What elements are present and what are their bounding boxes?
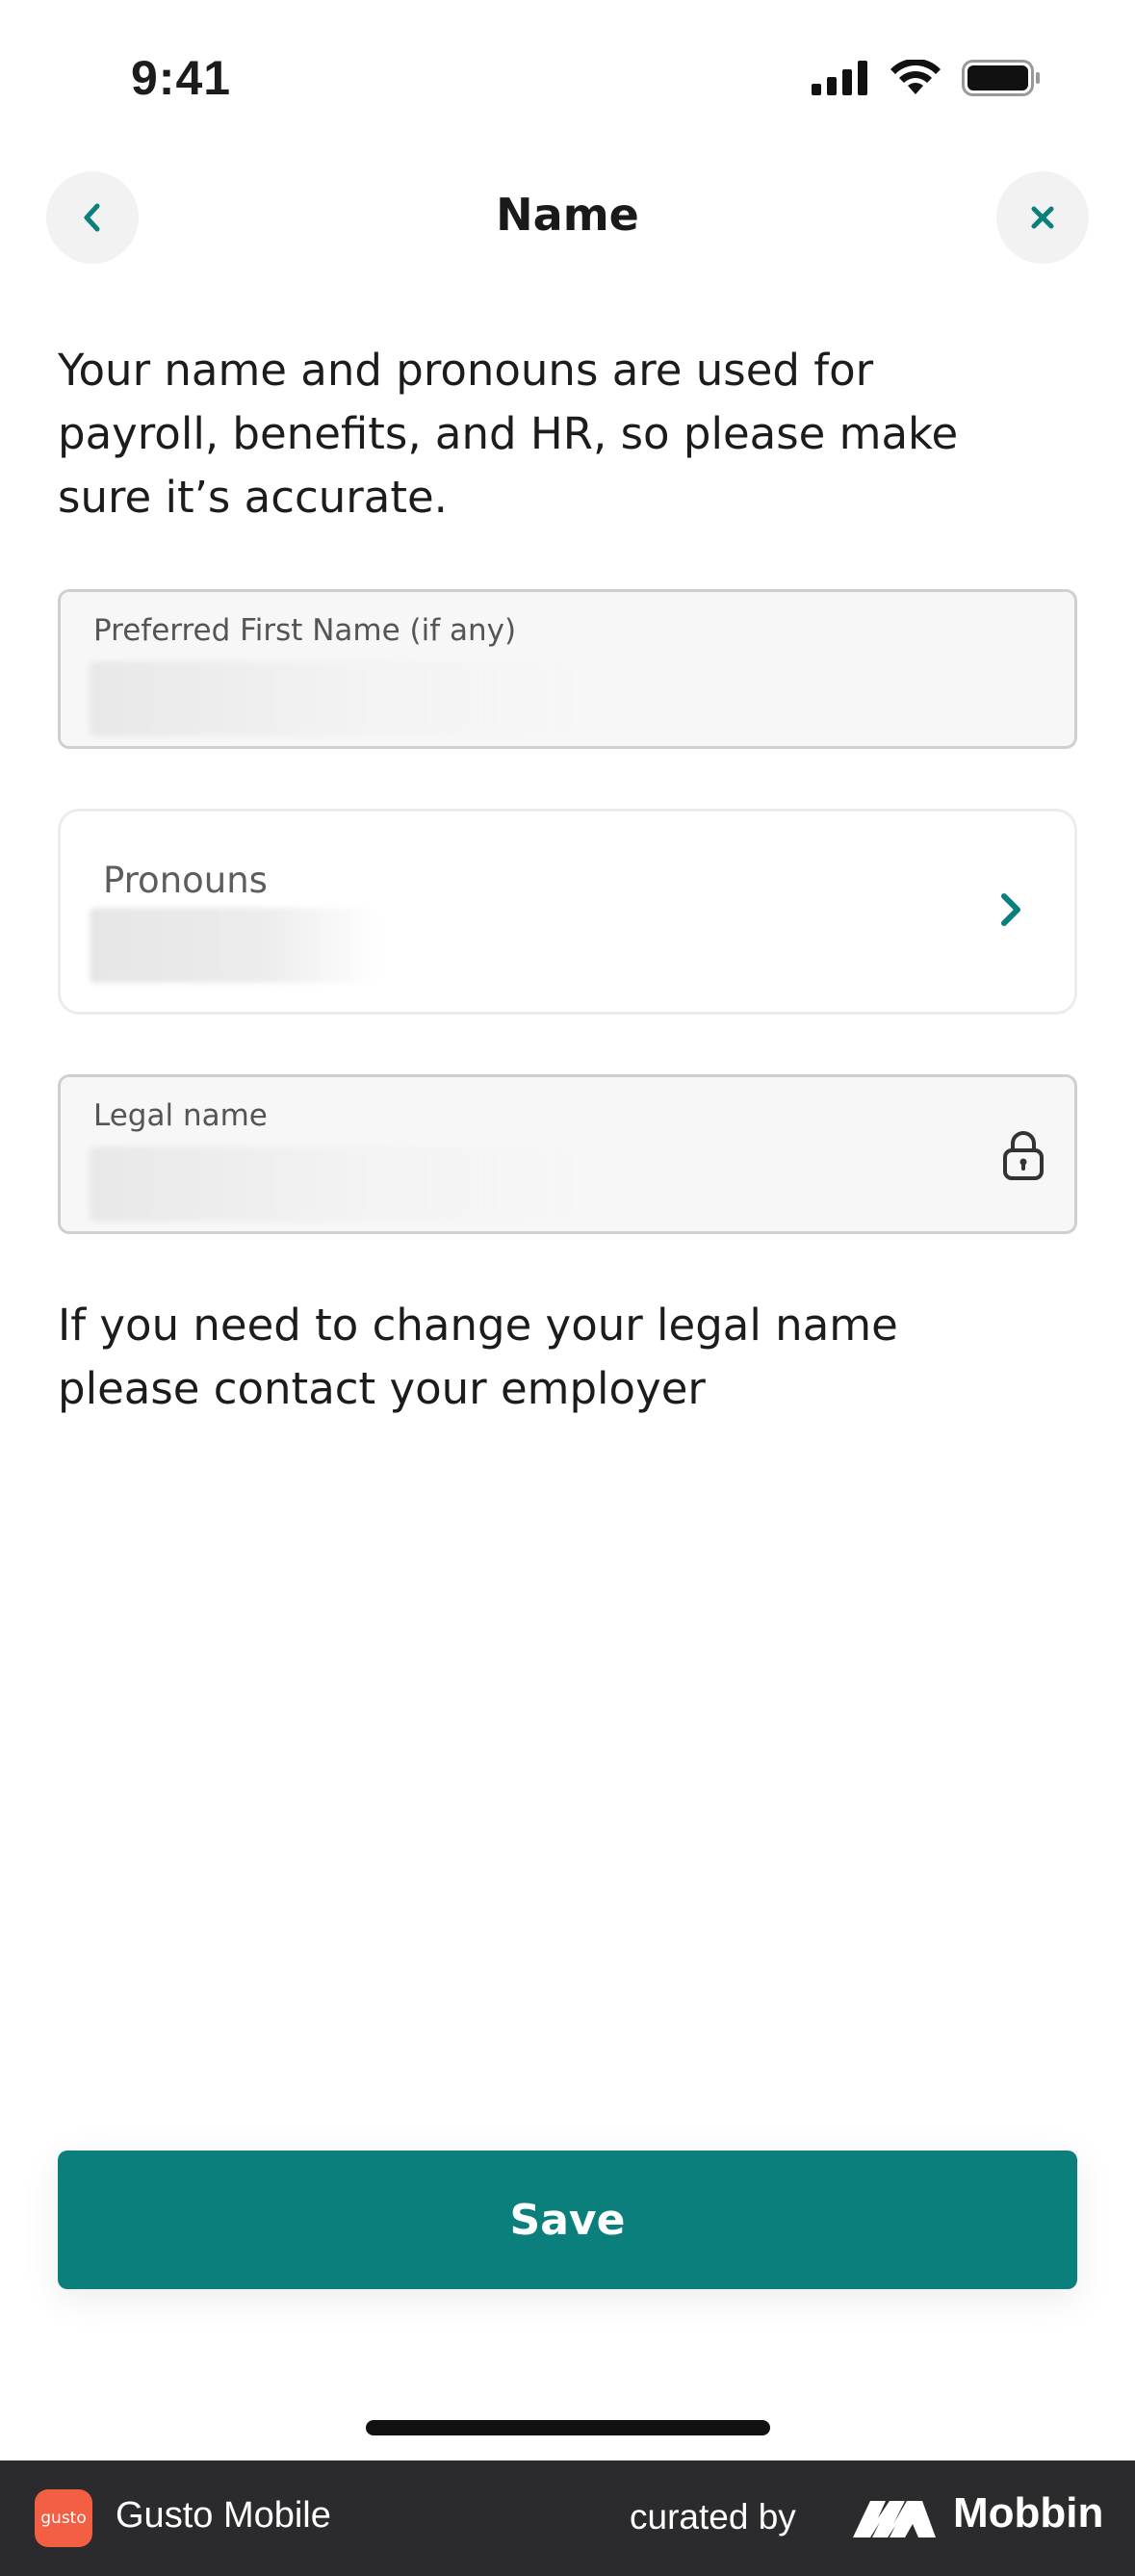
intro-text: Your name and pronouns are used for payr… bbox=[58, 345, 959, 523]
preferred-first-name-value[interactable] bbox=[90, 661, 580, 736]
gusto-app-logo-icon: gusto bbox=[35, 2489, 92, 2547]
legal-name-label: Legal name bbox=[93, 1098, 268, 1133]
curated-by-label: curated by bbox=[630, 2497, 796, 2537]
pronouns-label: Pronouns bbox=[103, 860, 268, 901]
mobbin-brand-name: Mobbin bbox=[953, 2489, 1104, 2537]
save-button[interactable]: Save bbox=[58, 2151, 1077, 2289]
app-name: Gusto Mobile bbox=[116, 2495, 331, 2536]
page-title: Name bbox=[496, 189, 639, 241]
close-icon bbox=[1031, 206, 1054, 229]
cellular-signal-icon bbox=[812, 61, 867, 95]
wifi-icon bbox=[890, 60, 941, 94]
home-indicator bbox=[366, 2420, 770, 2435]
legal-name-field: Legal name bbox=[58, 1074, 1077, 1234]
status-icons bbox=[812, 60, 1041, 96]
lock-icon bbox=[1003, 1131, 1044, 1180]
preferred-first-name-field[interactable]: Preferred First Name (if any) bbox=[58, 589, 1077, 749]
pronouns-value bbox=[90, 908, 378, 983]
mobbin-logo-icon bbox=[853, 2501, 936, 2537]
pronouns-field[interactable]: Pronouns bbox=[58, 809, 1077, 1015]
battery-icon bbox=[962, 60, 1040, 96]
legal-name-note: If you need to change your legal name pl… bbox=[58, 1300, 898, 1414]
status-time: 9:41 bbox=[131, 51, 232, 105]
preferred-first-name-label: Preferred First Name (if any) bbox=[93, 613, 517, 648]
close-button[interactable] bbox=[996, 171, 1089, 264]
name-settings-screen: 9:41 Name Your name and pronouns are use… bbox=[0, 0, 1135, 2576]
chevron-right-icon bbox=[1001, 893, 1020, 926]
attribution-banner: gusto Gusto Mobile curated by Mobbin bbox=[0, 2460, 1135, 2576]
legal-name-value bbox=[90, 1146, 580, 1222]
